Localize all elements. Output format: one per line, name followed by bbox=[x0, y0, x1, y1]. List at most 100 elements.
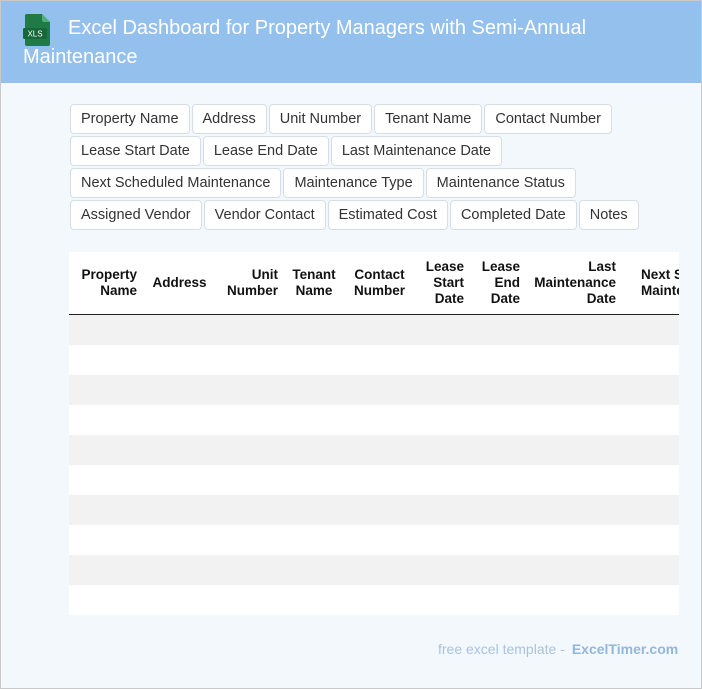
table-cell[interactable] bbox=[283, 345, 345, 375]
field-chip-maintenance-type[interactable]: Maintenance Type bbox=[283, 168, 424, 198]
field-chip-next-scheduled-maintenance[interactable]: Next Scheduled Maintenance bbox=[70, 168, 282, 198]
table-cell[interactable] bbox=[469, 465, 525, 495]
table-cell[interactable] bbox=[69, 314, 142, 345]
column-header-tenant-name[interactable]: Tenant Name bbox=[283, 252, 345, 315]
table-cell[interactable] bbox=[142, 375, 217, 405]
table-cell[interactable] bbox=[217, 375, 283, 405]
table-cell[interactable] bbox=[142, 435, 217, 465]
table-cell[interactable] bbox=[621, 375, 679, 405]
table-cell[interactable] bbox=[525, 585, 621, 615]
table-cell[interactable] bbox=[469, 345, 525, 375]
column-header-lease-end-date[interactable]: Lease End Date bbox=[469, 252, 525, 315]
table-cell[interactable] bbox=[414, 585, 469, 615]
column-header-lease-start-date[interactable]: Lease Start Date bbox=[414, 252, 469, 315]
table-cell[interactable] bbox=[345, 525, 414, 555]
table-cell[interactable] bbox=[283, 435, 345, 465]
table-cell[interactable] bbox=[345, 495, 414, 525]
table-cell[interactable] bbox=[345, 314, 414, 345]
table-cell[interactable] bbox=[525, 495, 621, 525]
table-cell[interactable] bbox=[283, 585, 345, 615]
table-cell[interactable] bbox=[621, 465, 679, 495]
field-chip-maintenance-status[interactable]: Maintenance Status bbox=[425, 168, 576, 198]
field-chip-assigned-vendor[interactable]: Assigned Vendor bbox=[70, 200, 202, 230]
table-cell[interactable] bbox=[345, 555, 414, 585]
field-chip-contact-number[interactable]: Contact Number bbox=[484, 104, 612, 134]
table-cell[interactable] bbox=[414, 435, 469, 465]
table-cell[interactable] bbox=[217, 435, 283, 465]
table-cell[interactable] bbox=[621, 555, 679, 585]
table-cell[interactable] bbox=[414, 495, 469, 525]
table-cell[interactable] bbox=[142, 525, 217, 555]
table-cell[interactable] bbox=[525, 465, 621, 495]
table-cell[interactable] bbox=[525, 375, 621, 405]
table-cell[interactable] bbox=[414, 465, 469, 495]
table-cell[interactable] bbox=[525, 525, 621, 555]
table-cell[interactable] bbox=[69, 585, 142, 615]
table-cell[interactable] bbox=[283, 375, 345, 405]
table-cell[interactable] bbox=[469, 495, 525, 525]
table-cell[interactable] bbox=[621, 585, 679, 615]
table-cell[interactable] bbox=[283, 555, 345, 585]
table-cell[interactable] bbox=[142, 495, 217, 525]
table-cell[interactable] bbox=[414, 405, 469, 435]
table-cell[interactable] bbox=[283, 525, 345, 555]
table-cell[interactable] bbox=[69, 465, 142, 495]
table-cell[interactable] bbox=[283, 465, 345, 495]
table-cell[interactable] bbox=[283, 314, 345, 345]
table-cell[interactable] bbox=[69, 405, 142, 435]
table-cell[interactable] bbox=[217, 345, 283, 375]
table-cell[interactable] bbox=[414, 345, 469, 375]
footer-brand-link[interactable]: ExcelTimer.com bbox=[572, 641, 678, 657]
table-cell[interactable] bbox=[469, 405, 525, 435]
table-cell[interactable] bbox=[69, 435, 142, 465]
table-cell[interactable] bbox=[621, 525, 679, 555]
table-cell[interactable] bbox=[621, 314, 679, 345]
column-header-address[interactable]: Address bbox=[142, 252, 217, 315]
field-chip-property-name[interactable]: Property Name bbox=[70, 104, 190, 134]
table-cell[interactable] bbox=[525, 345, 621, 375]
field-chip-vendor-contact[interactable]: Vendor Contact bbox=[203, 200, 326, 230]
table-cell[interactable] bbox=[69, 345, 142, 375]
table-cell[interactable] bbox=[469, 585, 525, 615]
table-cell[interactable] bbox=[621, 435, 679, 465]
field-chip-lease-end-date[interactable]: Lease End Date bbox=[202, 136, 329, 166]
table-cell[interactable] bbox=[469, 375, 525, 405]
table-cell[interactable] bbox=[142, 405, 217, 435]
table-cell[interactable] bbox=[469, 525, 525, 555]
table-cell[interactable] bbox=[217, 585, 283, 615]
property-table-container[interactable]: Property Name Address Unit Number Tenant… bbox=[69, 252, 679, 615]
table-cell[interactable] bbox=[345, 435, 414, 465]
table-cell[interactable] bbox=[414, 555, 469, 585]
table-cell[interactable] bbox=[414, 525, 469, 555]
table-cell[interactable] bbox=[217, 525, 283, 555]
table-cell[interactable] bbox=[217, 405, 283, 435]
table-cell[interactable] bbox=[69, 525, 142, 555]
table-cell[interactable] bbox=[142, 585, 217, 615]
table-cell[interactable] bbox=[621, 495, 679, 525]
column-header-last-maintenance-date[interactable]: Last Maintenance Date bbox=[525, 252, 621, 315]
table-cell[interactable] bbox=[69, 555, 142, 585]
table-cell[interactable] bbox=[142, 465, 217, 495]
field-chip-notes[interactable]: Notes bbox=[578, 200, 639, 230]
table-cell[interactable] bbox=[469, 435, 525, 465]
field-chip-lease-start-date[interactable]: Lease Start Date bbox=[70, 136, 201, 166]
table-cell[interactable] bbox=[525, 314, 621, 345]
table-cell[interactable] bbox=[345, 405, 414, 435]
table-cell[interactable] bbox=[283, 405, 345, 435]
table-cell[interactable] bbox=[345, 345, 414, 375]
table-cell[interactable] bbox=[217, 555, 283, 585]
field-chip-address[interactable]: Address bbox=[191, 104, 267, 134]
table-cell[interactable] bbox=[525, 405, 621, 435]
table-cell[interactable] bbox=[621, 405, 679, 435]
table-cell[interactable] bbox=[469, 314, 525, 345]
table-cell[interactable] bbox=[345, 375, 414, 405]
table-cell[interactable] bbox=[142, 345, 217, 375]
table-cell[interactable] bbox=[142, 555, 217, 585]
column-header-unit-number[interactable]: Unit Number bbox=[217, 252, 283, 315]
table-cell[interactable] bbox=[345, 585, 414, 615]
table-cell[interactable] bbox=[142, 314, 217, 345]
table-cell[interactable] bbox=[217, 495, 283, 525]
table-cell[interactable] bbox=[283, 495, 345, 525]
table-cell[interactable] bbox=[217, 314, 283, 345]
table-cell[interactable] bbox=[217, 465, 283, 495]
